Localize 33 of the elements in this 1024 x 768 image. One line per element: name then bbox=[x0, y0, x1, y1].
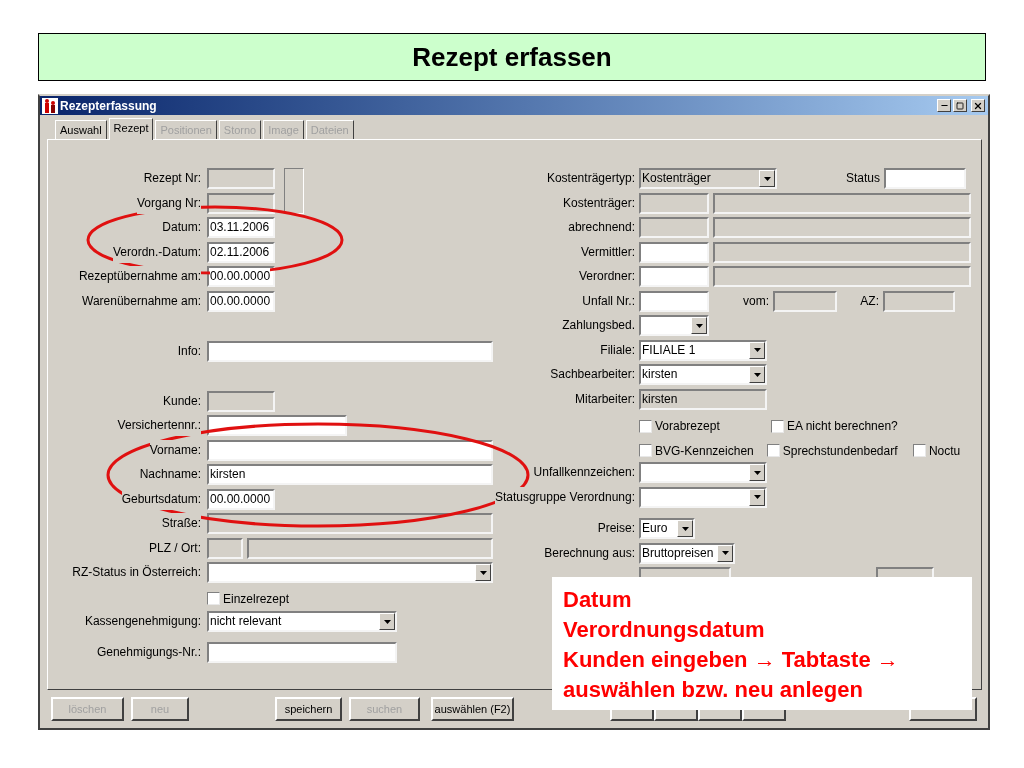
slide-title: Rezept erfassen bbox=[412, 40, 612, 74]
field-label: AZ: bbox=[860, 292, 879, 310]
action-button[interactable]: speichern bbox=[275, 697, 342, 721]
field-label: Geburtsdatum: bbox=[121, 488, 201, 510]
dropdown[interactable]: kirsten bbox=[639, 364, 767, 385]
checkbox-label: Einzelrezept bbox=[223, 590, 290, 608]
dropdown[interactable]: Kostenträger bbox=[639, 168, 777, 189]
dropdown[interactable]: Euro bbox=[639, 518, 695, 539]
annotation-text: Verordnungsdatum bbox=[563, 616, 766, 644]
field-label: vom: bbox=[743, 292, 769, 310]
action-button[interactable]: auswählen (F2) bbox=[431, 697, 514, 721]
field-label: Status bbox=[845, 170, 880, 187]
text-field[interactable]: 00.00.0000 bbox=[207, 266, 275, 287]
text-field[interactable]: kirsten bbox=[639, 388, 767, 410]
checkbox-label: Sprechstundenbedarf bbox=[782, 442, 898, 460]
tab[interactable]: Rezept bbox=[108, 118, 154, 140]
text-field[interactable]: 02.11.2006 bbox=[207, 241, 275, 263]
dropdown[interactable]: nicht relevant bbox=[207, 611, 397, 632]
checkbox-label: BVG-Kennzeichen bbox=[655, 442, 754, 460]
text-field[interactable]: 00.00.0000 bbox=[207, 290, 275, 312]
tab[interactable]: Auswahl bbox=[55, 120, 107, 139]
window-title: Rezepterfassung bbox=[60, 97, 157, 115]
dropdown[interactable]: Bruttopreisen bbox=[639, 542, 735, 564]
checkbox-label: Noctu bbox=[928, 442, 961, 460]
dropdown[interactable]: FILIALE 1 bbox=[639, 339, 767, 361]
annotation-text: auswählen bzw. neu anlegen bbox=[563, 676, 864, 704]
text-field[interactable]: 00.00.0000 bbox=[207, 488, 275, 510]
text-field[interactable]: 03.11.2006 bbox=[207, 217, 275, 238]
text-field[interactable]: kirsten bbox=[207, 464, 493, 485]
checkbox-label: EA nicht berechnen? bbox=[787, 418, 898, 435]
checkbox-label: Vorabrezept bbox=[655, 418, 720, 435]
annotation-text: Datum bbox=[563, 586, 633, 614]
annotation-text: Kunden eingeben → Tabtaste → bbox=[563, 646, 900, 674]
